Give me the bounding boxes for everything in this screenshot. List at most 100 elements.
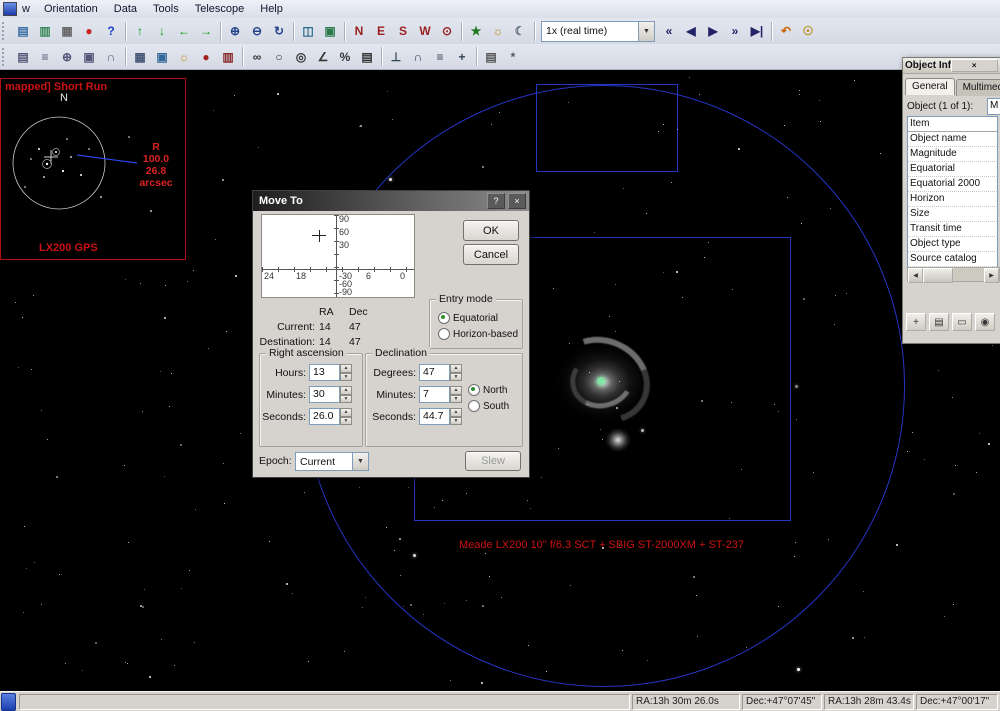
image-list-icon[interactable]: ▤ <box>480 46 502 68</box>
scroll-left-icon[interactable]: ◀ <box>908 268 923 283</box>
galaxy-m51[interactable] <box>545 330 660 460</box>
document-list-icon[interactable]: ▤ <box>12 46 34 68</box>
menu-item[interactable]: Tools <box>145 2 187 16</box>
list-item[interactable]: Object type <box>908 237 997 252</box>
calculator-icon[interactable]: ▦ <box>129 46 151 68</box>
clock-icon[interactable]: ☉ <box>797 20 819 42</box>
zoom-in-icon[interactable]: ⊕ <box>224 20 246 42</box>
spin-down-icon[interactable]: ▼ <box>340 417 352 426</box>
list-item[interactable]: Item <box>908 117 997 132</box>
abort-slew-icon[interactable]: ● <box>78 20 100 42</box>
toolbar-grip[interactable] <box>2 48 8 66</box>
equatorial-radio[interactable]: Equatorial <box>438 312 498 324</box>
ra-seconds-stepper[interactable]: ▲▼ <box>340 408 352 425</box>
find-icon[interactable]: ⊕ <box>56 46 78 68</box>
coordinate-chart[interactable]: 906030-30-60-90 241860 <box>261 214 415 298</box>
radio-icon[interactable] <box>438 312 450 324</box>
menu-item[interactable]: Orientation <box>36 2 106 16</box>
look-west-icon[interactable]: W <box>414 20 436 42</box>
spin-up-icon[interactable]: ▲ <box>340 408 352 417</box>
percent-zoom-icon[interactable]: % <box>334 46 356 68</box>
rotate-view-icon[interactable]: ↻ <box>268 20 290 42</box>
close-icon[interactable]: × <box>951 59 999 72</box>
spin-down-icon[interactable]: ▼ <box>450 373 462 382</box>
radio-icon[interactable] <box>468 384 480 396</box>
dialog-titlebar[interactable]: Move To ? × <box>253 191 529 211</box>
print-chart-icon[interactable]: ▦ <box>56 20 78 42</box>
list-item[interactable]: Source catalog <box>908 252 997 267</box>
settings-icon[interactable]: * <box>502 46 524 68</box>
center-object-icon[interactable]: ◉ <box>975 313 995 331</box>
object-selector-combobox[interactable]: M <box>987 98 1000 115</box>
fov-circle-icon[interactable]: ○ <box>268 46 290 68</box>
menu-item[interactable]: Help <box>252 2 291 16</box>
ra-seconds-input[interactable]: 26.0 <box>309 408 340 425</box>
copy-info-icon[interactable]: ▤ <box>929 313 949 331</box>
observing-list-icon[interactable]: ≡ <box>34 46 56 68</box>
dec-seconds-input[interactable]: 44.7 <box>419 408 450 425</box>
menu-item-view-partial[interactable]: w <box>21 2 36 16</box>
object-info-tab[interactable]: Multimedia <box>956 79 1000 96</box>
radio-icon[interactable] <box>438 328 450 340</box>
horizon-icon[interactable]: ∩ <box>100 46 122 68</box>
dec-minutes-stepper[interactable]: ▲▼ <box>450 386 462 403</box>
list-item[interactable]: Equatorial <box>908 162 997 177</box>
look-south-icon[interactable]: S <box>392 20 414 42</box>
scroll-right-icon[interactable]: ▶ <box>984 268 999 283</box>
ra-minutes-input[interactable]: 30 <box>309 386 340 403</box>
chevron-down-icon[interactable]: ▼ <box>352 453 368 470</box>
open-chart-icon[interactable]: ▥ <box>34 20 56 42</box>
spin-up-icon[interactable]: ▲ <box>450 364 462 373</box>
spin-up-icon[interactable]: ▲ <box>450 408 462 417</box>
moon-finder-icon[interactable]: ☾ <box>509 20 531 42</box>
list-item[interactable]: Equatorial 2000 <box>908 177 997 192</box>
horizon-based-radio[interactable]: Horizon-based <box>438 328 518 340</box>
hours-stepper[interactable]: ▲▼ <box>340 364 352 381</box>
spin-up-icon[interactable]: ▲ <box>450 386 462 395</box>
degrees-stepper[interactable]: ▲▼ <box>450 364 462 381</box>
spin-down-icon[interactable]: ▼ <box>450 417 462 426</box>
pan-up-icon[interactable]: ↑ <box>129 20 151 42</box>
spin-down-icon[interactable]: ▼ <box>340 395 352 404</box>
look-north-icon[interactable]: N <box>348 20 370 42</box>
horizontal-scrollbar[interactable]: ◀ ▶ <box>907 267 1000 282</box>
dome-icon[interactable]: ∩ <box>407 46 429 68</box>
menu-item[interactable]: Telescope <box>187 2 253 16</box>
object-info-tab[interactable]: General <box>905 78 955 95</box>
daylight-icon[interactable]: ☼ <box>173 46 195 68</box>
night-vision-icon[interactable]: ● <box>195 46 217 68</box>
help-icon[interactable]: ? <box>100 20 122 42</box>
fov-rings-icon[interactable]: ◎ <box>290 46 312 68</box>
satellite-icon[interactable]: ★ <box>465 20 487 42</box>
chevron-down-icon[interactable]: ▼ <box>638 22 654 41</box>
guider-icon[interactable]: + <box>451 46 473 68</box>
list-item[interactable]: Size <box>908 207 997 222</box>
time-rate-combobox[interactable]: 1x (real time) ▼ <box>541 21 655 42</box>
pan-left-icon[interactable]: ← <box>173 20 195 42</box>
hours-input[interactable]: 13 <box>309 364 340 381</box>
angle-measure-icon[interactable]: ∠ <box>312 46 334 68</box>
time-undo-icon[interactable]: ↶ <box>775 20 797 42</box>
menu-item[interactable]: Data <box>106 2 145 16</box>
scrollbar-thumb[interactable] <box>923 268 953 283</box>
radio-icon[interactable] <box>468 400 480 412</box>
time-skip-forward-icon[interactable]: » <box>724 20 746 42</box>
pan-right-icon[interactable]: → <box>195 20 217 42</box>
ra-minutes-stepper[interactable]: ▲▼ <box>340 386 352 403</box>
focuser-icon[interactable]: ≡ <box>429 46 451 68</box>
south-radio[interactable]: South <box>468 400 509 412</box>
spin-down-icon[interactable]: ▼ <box>450 395 462 404</box>
time-skip-back-icon[interactable]: « <box>658 20 680 42</box>
dec-minutes-input[interactable]: 7 <box>419 386 450 403</box>
toolbar-grip[interactable] <box>2 22 8 40</box>
print-info-icon[interactable]: ▭ <box>952 313 972 331</box>
time-step-forward-icon[interactable]: ▶ <box>702 20 724 42</box>
list-item[interactable]: Transit time <box>908 222 997 237</box>
binoculars-icon[interactable]: ∞ <box>246 46 268 68</box>
new-chart-icon[interactable]: ▤ <box>12 20 34 42</box>
time-step-back-icon[interactable]: ◀ <box>680 20 702 42</box>
degrees-input[interactable]: 47 <box>419 364 450 381</box>
object-info-titlebar[interactable]: Object Information × <box>903 58 1000 74</box>
cancel-button[interactable]: Cancel <box>463 244 519 265</box>
spin-up-icon[interactable]: ▲ <box>340 364 352 373</box>
